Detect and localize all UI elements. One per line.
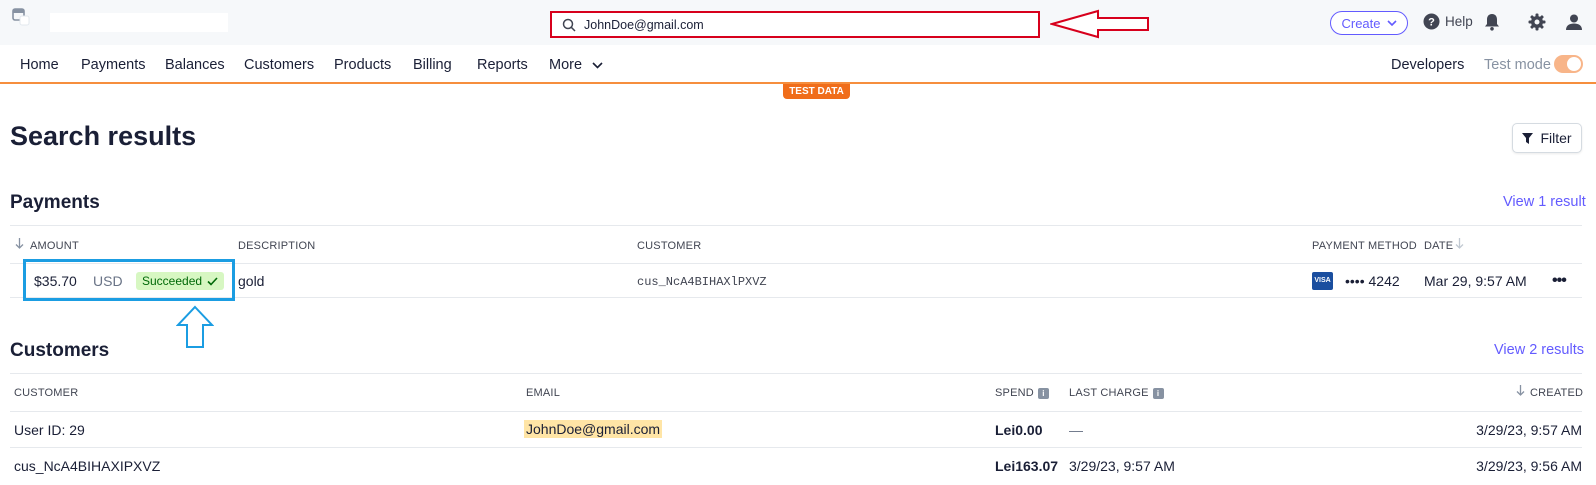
divider [10, 447, 1582, 448]
col-customer: CUSTOMER [637, 240, 702, 252]
col-email: EMAIL [526, 387, 561, 399]
view-payments-link[interactable]: View 1 result [1503, 194, 1586, 210]
test-mode-toggle[interactable] [1554, 55, 1583, 73]
nav-products[interactable]: Products [334, 57, 391, 73]
divider [10, 373, 1582, 374]
filter-label: Filter [1540, 130, 1572, 146]
view-customers-link[interactable]: View 2 results [1494, 342, 1584, 358]
customers-section-title: Customers [10, 340, 110, 361]
nav-more-label: More [549, 57, 583, 73]
customer-spend: Lei0.00 [995, 422, 1043, 438]
customer-email: JohnDoe@gmail.com [524, 420, 663, 438]
svg-text:?: ? [1428, 17, 1435, 29]
divider [10, 297, 1582, 298]
nav-payments[interactable]: Payments [81, 57, 145, 73]
sort-arrow-down-icon[interactable] [1455, 238, 1464, 249]
sort-arrow-down-icon[interactable] [1516, 385, 1525, 396]
test-mode-label: Test mode [1484, 57, 1551, 73]
col-last-charge-label: LAST CHARGE [1069, 387, 1149, 399]
info-icon[interactable]: i [1152, 387, 1164, 399]
top-bar: JohnDoe@gmail.com Create ? Help [0, 0, 1596, 45]
sort-arrow-down-icon[interactable] [15, 238, 24, 249]
nav-more[interactable]: More [549, 57, 603, 73]
col-last-charge: LAST CHARGE i [1069, 387, 1164, 399]
chevron-down-icon [592, 62, 603, 69]
nav-billing[interactable]: Billing [413, 57, 452, 73]
visa-card-icon: VISA [1312, 272, 1333, 290]
search-icon [562, 18, 576, 32]
customer-last-charge: — [1069, 422, 1083, 438]
info-icon[interactable]: i [1037, 387, 1049, 399]
nav-customers[interactable]: Customers [244, 57, 314, 73]
gear-icon[interactable] [1528, 13, 1546, 31]
test-data-badge: TEST DATA [783, 84, 850, 99]
account-name[interactable] [50, 13, 228, 32]
account-icon[interactable] [1565, 13, 1583, 31]
divider [10, 263, 1582, 264]
col-spend: SPEND i [995, 387, 1049, 399]
col-date[interactable]: DATE [1424, 240, 1453, 252]
payment-customer-id[interactable]: cus_NcA4BIHAXlPXVZ [637, 275, 767, 289]
page-title: Search results [10, 121, 197, 151]
annotation-arrow-up-icon [176, 305, 214, 348]
create-label: Create [1341, 15, 1381, 31]
nav-home[interactable]: Home [20, 57, 59, 73]
col-payment-method: PAYMENT METHOD [1312, 240, 1417, 252]
customer-name: User ID: 29 [14, 422, 85, 438]
payments-section-title: Payments [10, 192, 100, 213]
filter-icon [1522, 132, 1534, 144]
toggle-knob [1567, 57, 1581, 71]
customer-email-value: JohnDoe@gmail.com [524, 420, 663, 438]
divider [10, 411, 1582, 412]
customer-created: 3/29/23, 9:57 AM [1476, 422, 1582, 438]
col-created[interactable]: CREATED [1530, 387, 1583, 399]
search-value[interactable]: JohnDoe@gmail.com [584, 18, 704, 32]
main-nav: Home Payments Balances Customers Product… [0, 45, 1596, 84]
more-actions-icon[interactable]: ••• [1552, 272, 1567, 290]
divider [10, 225, 1582, 226]
card-last4: •••• 4242 [1345, 273, 1400, 289]
developers-link[interactable]: Developers [1391, 57, 1464, 73]
payment-date: Mar 29, 9:57 AM [1424, 273, 1527, 289]
customer-spend: Lei163.07 [995, 458, 1059, 474]
customer-last-charge: 3/29/23, 9:57 AM [1069, 458, 1175, 474]
customer-created: 3/29/23, 9:56 AM [1476, 458, 1582, 474]
app-logo-icon[interactable] [12, 8, 30, 26]
annotation-arrow-left-icon [1050, 9, 1149, 39]
help-button[interactable]: ? Help [1423, 13, 1473, 30]
col-description: DESCRIPTION [238, 240, 316, 252]
annotation-highlight-box [23, 259, 235, 301]
customer-name: cus_NcA4BIHAXIPXVZ [14, 458, 161, 474]
nav-balances[interactable]: Balances [165, 57, 225, 73]
nav-reports[interactable]: Reports [477, 57, 528, 73]
payment-description: gold [238, 273, 265, 289]
col-customer: CUSTOMER [14, 387, 79, 399]
help-icon: ? [1423, 13, 1440, 30]
create-button[interactable]: Create [1330, 11, 1408, 35]
help-label: Help [1445, 14, 1473, 29]
chevron-down-icon [1386, 19, 1397, 26]
col-spend-label: SPEND [995, 387, 1034, 399]
col-amount[interactable]: AMOUNT [30, 240, 79, 252]
bell-icon[interactable] [1484, 13, 1500, 31]
filter-button[interactable]: Filter [1512, 123, 1582, 153]
search-input[interactable]: JohnDoe@gmail.com [550, 11, 1040, 38]
